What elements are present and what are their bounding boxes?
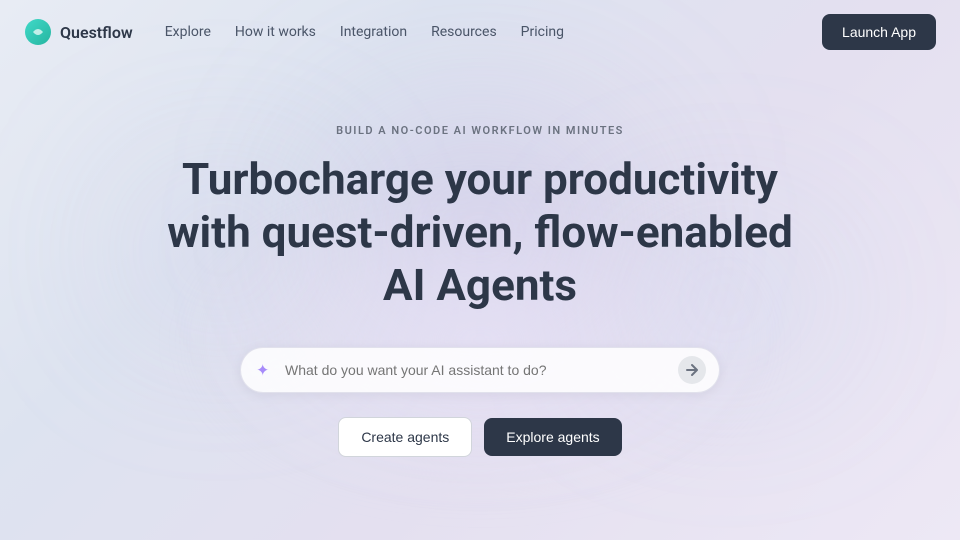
hero-section: BUILD A NO-CODE AI WORKFLOW IN MINUTES T…: [0, 64, 960, 457]
hero-title-line1: Turbocharge your productivity: [182, 153, 778, 205]
hero-eyebrow: BUILD A NO-CODE AI WORKFLOW IN MINUTES: [336, 124, 624, 137]
navbar: Questflow Explore How it works Integrati…: [0, 0, 960, 64]
hero-title-line3: AI Agents: [383, 259, 577, 311]
create-agents-button[interactable]: Create agents: [338, 417, 472, 457]
logo-text: Questflow: [60, 23, 133, 42]
nav-link-explore[interactable]: Explore: [165, 24, 211, 40]
nav-link-resources[interactable]: Resources: [431, 24, 497, 40]
logo[interactable]: Questflow: [24, 18, 133, 46]
hero-title-line2: with quest-driven, flow-enabled: [167, 206, 793, 258]
cta-buttons: Create agents Explore agents: [338, 417, 621, 457]
hero-title: Turbocharge your productivity with quest…: [167, 153, 793, 311]
arrow-right-icon: [685, 363, 699, 377]
explore-agents-button[interactable]: Explore agents: [484, 418, 621, 456]
nav-link-how-it-works[interactable]: How it works: [235, 24, 316, 40]
nav-links: Explore How it works Integration Resourc…: [165, 24, 822, 40]
search-container: ✦: [240, 347, 720, 393]
search-submit-button[interactable]: [678, 356, 706, 384]
nav-link-integration[interactable]: Integration: [340, 24, 407, 40]
nav-launch: Launch App: [822, 14, 936, 50]
launch-app-button[interactable]: Launch App: [822, 14, 936, 50]
search-input[interactable]: [240, 347, 720, 393]
nav-link-pricing[interactable]: Pricing: [521, 24, 564, 40]
logo-icon: [24, 18, 52, 46]
sparkle-icon: ✦: [256, 361, 269, 380]
